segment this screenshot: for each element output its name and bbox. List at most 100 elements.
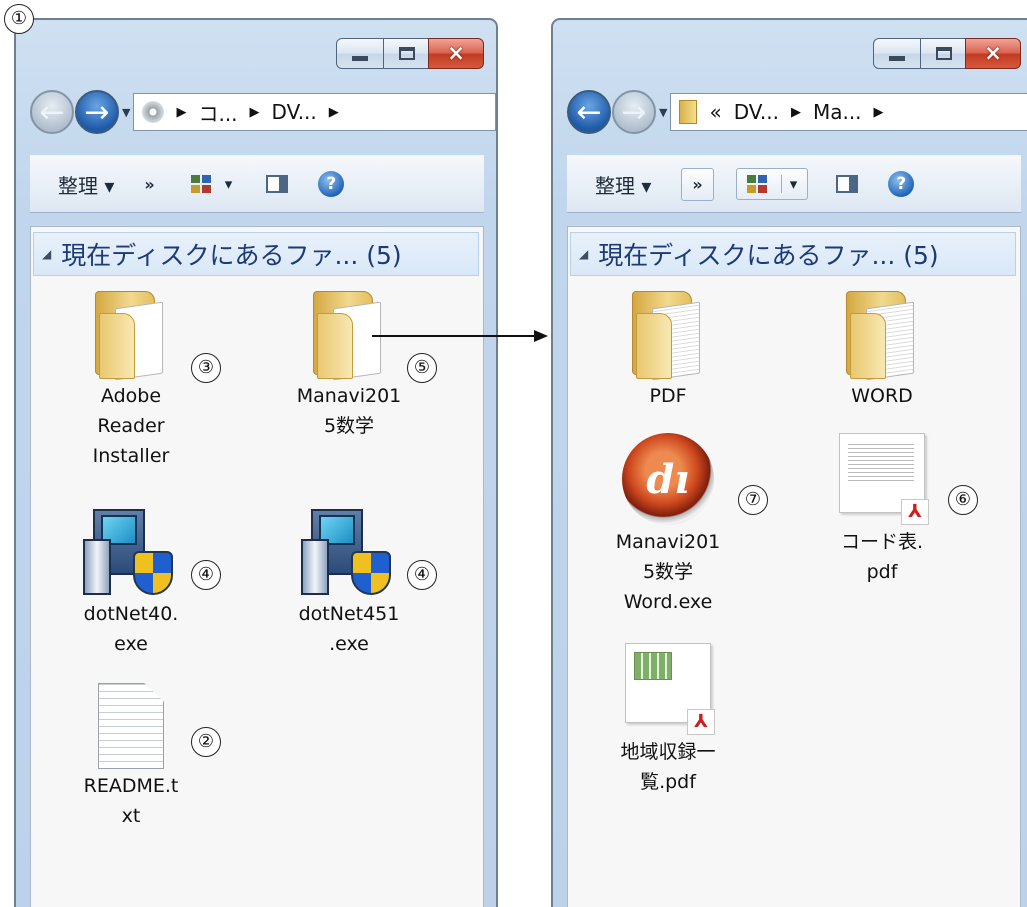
navigation-bar: ← → ▼ « DV... ▶ Ma... ▶ bbox=[567, 86, 1027, 138]
close-icon: × bbox=[447, 41, 465, 65]
maximize-icon bbox=[399, 47, 415, 60]
change-view-button[interactable]: ▾ bbox=[735, 168, 809, 200]
list-item-dotnet451[interactable]: dotNet451 .exe bbox=[279, 505, 419, 659]
more-commands-button[interactable]: » bbox=[144, 175, 154, 194]
callout-2: ② bbox=[191, 727, 221, 757]
list-item-manavi-word-exe[interactable]: dı Manavi201 5数学 Word.exe bbox=[598, 433, 738, 617]
view-grid-icon bbox=[190, 175, 211, 193]
file-list-pane: ◢ 現在ディスクにあるファ... (5) Adobe Reader Instal… bbox=[30, 226, 484, 907]
list-item-dotnet40[interactable]: dotNet40. exe bbox=[61, 505, 201, 659]
group-header[interactable]: ◢ 現在ディスクにあるファ... (5) bbox=[570, 232, 1016, 276]
cd-icon bbox=[142, 101, 165, 123]
group-title: 現在ディスクにあるファ... (5) bbox=[61, 241, 402, 270]
close-icon: × bbox=[984, 41, 1002, 65]
application-icon: dı bbox=[622, 433, 714, 525]
collapse-triangle-icon[interactable]: ◢ bbox=[579, 247, 588, 261]
pdf-file-icon: ⅄ bbox=[839, 433, 929, 525]
organize-menu[interactable]: 整理 ▾ bbox=[58, 170, 114, 199]
help-icon[interactable]: ? bbox=[888, 171, 915, 197]
back-button[interactable]: ← bbox=[567, 90, 611, 134]
close-button[interactable]: × bbox=[428, 38, 484, 69]
item-label: Manavi201 5数学 bbox=[296, 385, 402, 437]
collapse-triangle-icon[interactable]: ◢ bbox=[42, 247, 51, 261]
recent-pages-dropdown-icon[interactable]: ▼ bbox=[659, 106, 667, 119]
back-arrow-icon: ← bbox=[39, 94, 65, 130]
callout-4b: ④ bbox=[407, 560, 437, 590]
minimize-icon bbox=[352, 56, 368, 61]
forward-button[interactable]: → bbox=[612, 90, 656, 134]
caption-buttons: × bbox=[873, 38, 1021, 69]
change-view-button[interactable]: ▾ bbox=[190, 175, 233, 193]
back-arrow-icon: ← bbox=[576, 94, 602, 130]
item-label: WORD bbox=[851, 385, 913, 407]
breadcrumb-manavi[interactable]: Ma... bbox=[813, 100, 862, 124]
forward-arrow-icon: → bbox=[84, 94, 110, 130]
item-label: コード表. pdf bbox=[840, 531, 924, 583]
forward-arrow-icon: → bbox=[621, 94, 647, 130]
preview-pane-icon[interactable] bbox=[836, 175, 859, 193]
minimize-icon bbox=[889, 56, 905, 61]
breadcrumb-separator-icon[interactable]: ▶ bbox=[176, 105, 186, 120]
maximize-button[interactable] bbox=[383, 38, 429, 69]
recent-pages-dropdown-icon[interactable]: ▼ bbox=[122, 106, 130, 119]
minimize-button[interactable] bbox=[336, 38, 384, 69]
item-label: Adobe Reader Installer bbox=[92, 385, 170, 467]
folder-icon bbox=[846, 291, 918, 381]
item-label: 地域収録一 覧.pdf bbox=[620, 741, 716, 793]
text-file-icon bbox=[98, 683, 164, 769]
list-item-pdf-folder[interactable]: PDF bbox=[598, 291, 738, 411]
breadcrumb-separator-icon[interactable]: ▶ bbox=[791, 105, 801, 120]
callout-7: ⑦ bbox=[738, 485, 768, 515]
minimize-button[interactable] bbox=[873, 38, 921, 69]
preview-pane-icon[interactable] bbox=[266, 175, 289, 193]
group-header[interactable]: ◢ 現在ディスクにあるファ... (5) bbox=[33, 232, 479, 276]
back-button[interactable]: ← bbox=[30, 90, 74, 134]
more-commands-button[interactable]: » bbox=[681, 167, 714, 201]
item-label: PDF bbox=[649, 385, 687, 407]
callout-5: ⑤ bbox=[407, 353, 437, 383]
command-toolbar: 整理 ▾ » ▾ ? bbox=[30, 155, 484, 213]
item-label: Manavi201 5数学 Word.exe bbox=[615, 531, 721, 613]
list-item-word-folder[interactable]: WORD bbox=[812, 291, 952, 411]
list-item-readme[interactable]: README.t xt bbox=[61, 683, 201, 831]
explorer-window-left: × ← → ▼ ▶ コ... ▶ DV... ▶ 整理 ▾ » ▾ ? ◢ 現在… bbox=[14, 18, 498, 907]
installer-icon bbox=[301, 505, 397, 597]
help-icon[interactable]: ? bbox=[318, 171, 345, 197]
list-item-manavi2015-math[interactable]: Manavi201 5数学 bbox=[279, 291, 419, 441]
navigation-bar: ← → ▼ ▶ コ... ▶ DV... ▶ bbox=[30, 86, 496, 138]
breadcrumb-dvd[interactable]: DV... bbox=[272, 100, 317, 124]
folder-icon bbox=[632, 291, 704, 381]
breadcrumb-computer[interactable]: コ... bbox=[198, 98, 237, 127]
caption-buttons: × bbox=[336, 38, 484, 69]
address-bar[interactable]: ▶ コ... ▶ DV... ▶ bbox=[133, 93, 496, 131]
callout-3: ③ bbox=[191, 353, 221, 383]
callout-4a: ④ bbox=[191, 560, 221, 590]
installer-icon bbox=[83, 505, 179, 597]
breadcrumb-separator-icon[interactable]: ▶ bbox=[250, 105, 260, 120]
maximize-button[interactable] bbox=[920, 38, 966, 69]
view-dropdown-icon[interactable]: ▾ bbox=[780, 175, 797, 193]
organize-menu[interactable]: 整理 ▾ bbox=[595, 170, 651, 199]
explorer-window-right: × ← → ▼ « DV... ▶ Ma... ▶ 整理 ▾ » ▾ ? ◢ 現… bbox=[551, 18, 1027, 907]
view-dropdown-icon[interactable]: ▾ bbox=[225, 175, 233, 193]
command-toolbar: 整理 ▾ » ▾ ? bbox=[567, 155, 1021, 213]
forward-button[interactable]: → bbox=[75, 90, 119, 134]
address-bar[interactable]: « DV... ▶ Ma... ▶ bbox=[670, 93, 1027, 131]
pdf-file-icon: ⅄ bbox=[625, 643, 715, 735]
folder-icon bbox=[679, 100, 698, 124]
close-button[interactable]: × bbox=[965, 38, 1021, 69]
folder-icon bbox=[95, 291, 167, 381]
maximize-icon bbox=[936, 47, 952, 60]
group-title: 現在ディスクにあるファ... (5) bbox=[598, 241, 939, 270]
item-label: dotNet451 .exe bbox=[298, 603, 400, 655]
file-list-pane: ◢ 現在ディスクにあるファ... (5) PDF WORD dı Manavi2… bbox=[567, 226, 1021, 907]
view-grid-icon bbox=[746, 175, 767, 193]
breadcrumb-dvd[interactable]: DV... bbox=[734, 100, 779, 124]
callout-1: ① bbox=[4, 4, 34, 34]
list-item-adobe-reader-installer[interactable]: Adobe Reader Installer bbox=[61, 291, 201, 471]
breadcrumb-separator-icon[interactable]: ▶ bbox=[329, 105, 339, 120]
list-item-region-list-pdf[interactable]: ⅄ 地域収録一 覧.pdf bbox=[598, 643, 738, 797]
breadcrumb-overflow[interactable]: « bbox=[709, 100, 721, 124]
list-item-code-table-pdf[interactable]: ⅄ コード表. pdf bbox=[812, 433, 952, 587]
breadcrumb-separator-icon[interactable]: ▶ bbox=[874, 105, 884, 120]
